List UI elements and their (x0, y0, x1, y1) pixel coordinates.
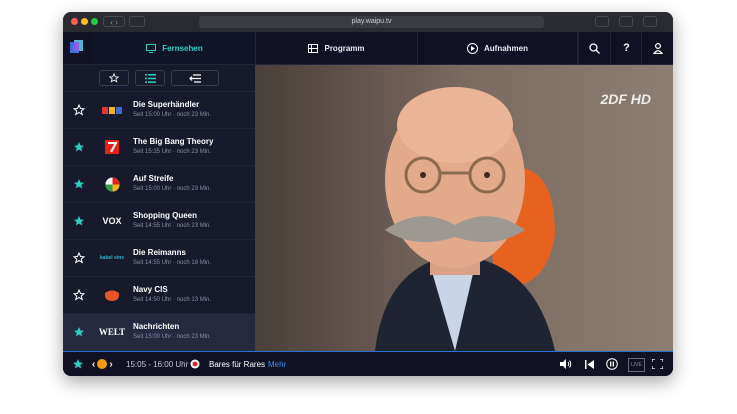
search-button[interactable] (578, 32, 610, 64)
channel-show-title: Shopping Queen (133, 211, 197, 220)
channel-logo: WELT (98, 327, 126, 337)
channel-row-selected[interactable]: WELT Nachrichten Seit 15:00 Uhr · noch 2… (63, 313, 255, 351)
show-title: Bares für Rares (209, 359, 266, 369)
channel-row[interactable]: Auf Streife Seit 15:00 Uhr · noch 23 Min… (63, 165, 255, 202)
player-bar: ‹ › 15:05 - 16:00 Uhr Bares für Rares Meh… (63, 351, 673, 376)
skip-back-icon (585, 359, 594, 369)
channel-show-time: Seit 14:55 Uhr · noch 23 Min. (133, 223, 212, 229)
video-frame (255, 65, 673, 351)
channel-row[interactable]: Die Superhändler Seit 15:00 Uhr · noch 2… (63, 91, 255, 128)
tab-programm[interactable]: Programm (256, 32, 418, 64)
sixx-logo (104, 290, 120, 301)
channel-row[interactable]: The Big Bang Theory Seit 15:35 Uhr · noc… (63, 128, 255, 165)
back-forward-buttons[interactable]: ‹ › (103, 16, 125, 27)
browser-chrome: ‹ › play.waipu.tv (63, 12, 673, 32)
more-link[interactable]: Mehr (268, 352, 286, 376)
list-view-button[interactable] (135, 70, 165, 86)
star-filled-icon[interactable] (73, 141, 85, 153)
channel-show-time: Seit 14:50 Uhr · noch 13 Min. (133, 297, 212, 303)
channel-show-time: Seit 15:00 Uhr · noch 23 Min. (133, 334, 212, 340)
tab-fernsehen[interactable]: Fernsehen (94, 32, 256, 64)
pause-button[interactable] (606, 352, 618, 376)
favorites-filter-button[interactable] (99, 70, 129, 86)
tab-aufnahmen[interactable]: Aufnahmen (418, 32, 578, 64)
channel-show-title: Navy CIS (133, 285, 168, 294)
tab-label: Programm (324, 43, 365, 53)
address-bar[interactable]: play.waipu.tv (199, 16, 544, 28)
channel-watermark: 2DF HD (600, 91, 651, 107)
channel-show-time: Seit 15:00 Uhr · noch 23 Min. (133, 112, 212, 118)
channel-logo (97, 101, 127, 119)
tabs-overview-icon[interactable] (619, 16, 633, 27)
star-outline-icon[interactable] (73, 252, 85, 264)
grid-icon (308, 43, 319, 53)
star-outline-icon (109, 73, 119, 83)
minimize-window-button[interactable] (81, 18, 88, 25)
sort-icon (189, 73, 201, 83)
show-time-range: 15:05 - 16:00 Uhr (126, 359, 189, 369)
star-filled-icon[interactable] (72, 358, 84, 370)
channel-logo (97, 286, 127, 304)
channel-logo: kabel eins (99, 255, 125, 261)
channel-logo (97, 175, 127, 193)
sidebar-toggle-icon[interactable] (129, 16, 145, 27)
play-circle-icon (467, 42, 478, 54)
channel-toolbar (63, 65, 255, 91)
pause-icon (606, 358, 618, 370)
close-window-button[interactable] (71, 18, 78, 25)
channel-show-time: Seit 14:55 Uhr · noch 18 Min. (133, 260, 212, 266)
list-icon (144, 73, 156, 83)
top-navigation: Fernsehen Programm Aufnahmen ? (63, 32, 673, 65)
channel-logo: VOX (102, 216, 122, 226)
tv-icon (146, 43, 157, 53)
live-button[interactable]: LIVE (628, 358, 645, 372)
star-filled-icon[interactable] (73, 326, 85, 338)
record-icon (190, 359, 200, 369)
fullscreen-button[interactable] (652, 352, 663, 376)
channel-show-title: The Big Bang Theory (133, 137, 214, 146)
channel-show-title: Nachrichten (133, 322, 180, 331)
sat1-logo (105, 177, 119, 191)
channel-switcher[interactable]: ‹ › (92, 352, 113, 376)
browser-window: ‹ › play.waipu.tv Fernsehen Programm Auf… (63, 12, 673, 376)
skip-back-button[interactable] (585, 352, 594, 376)
prosieben-logo (105, 140, 119, 154)
channel-show-time: Seit 15:00 Uhr · noch 23 Min. (133, 186, 212, 192)
channel-sidebar: Die Superhändler Seit 15:00 Uhr · noch 2… (63, 65, 255, 351)
channel-row[interactable]: kabel eins Die Reimanns Seit 14:55 Uhr ·… (63, 239, 255, 276)
star-filled-icon[interactable] (73, 178, 85, 190)
channel-show-title: Die Superhändler (133, 100, 200, 109)
account-button[interactable] (641, 32, 673, 64)
tab-label: Fernsehen (162, 43, 203, 53)
star-outline-icon[interactable] (73, 104, 85, 116)
channel-show-title: Die Reimanns (133, 248, 186, 257)
channel-logo (97, 138, 127, 156)
star-outline-icon[interactable] (73, 289, 85, 301)
tab-label: Aufnahmen (484, 43, 528, 53)
video-player[interactable]: 2DF HD (255, 65, 673, 351)
sort-button[interactable] (171, 70, 219, 86)
channel-show-time: Seit 15:35 Uhr · noch 23 Min. (133, 149, 212, 155)
fullscreen-icon (652, 359, 663, 369)
help-icon[interactable]: ? (610, 32, 642, 64)
share-icon[interactable] (595, 16, 609, 27)
channel-show-title: Auf Streife (133, 174, 174, 183)
waipu-logo (70, 40, 83, 53)
search-icon (589, 42, 600, 54)
user-icon (652, 42, 663, 54)
channel-row[interactable]: VOX Shopping Queen Seit 14:55 Uhr · noch… (63, 202, 255, 239)
volume-icon (560, 359, 572, 369)
channel-row[interactable]: Navy CIS Seit 14:50 Uhr · noch 13 Min. (63, 276, 255, 313)
volume-button[interactable] (560, 352, 572, 376)
record-button[interactable] (190, 352, 200, 376)
new-tab-icon[interactable] (643, 16, 657, 27)
star-filled-icon[interactable] (73, 215, 85, 227)
maximize-window-button[interactable] (91, 18, 98, 25)
